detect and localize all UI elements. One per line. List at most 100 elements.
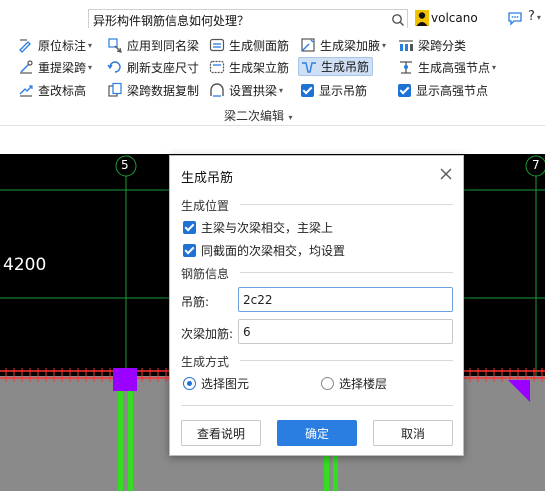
ribbon-group-label[interactable]: 梁二次编辑 ▾ — [224, 107, 293, 124]
chevron-down-icon: ▾ — [382, 40, 387, 50]
apply-same-name-label: 应用到同名梁 — [127, 38, 200, 53]
arch-beam-icon — [210, 83, 224, 97]
rebar-bar — [128, 391, 133, 491]
apply-same-name-button[interactable]: 应用到同名梁 — [107, 36, 199, 54]
hanger-input[interactable]: 2c22 — [238, 287, 453, 312]
user-avatar-icon[interactable] — [415, 10, 429, 26]
rebar-bar — [118, 391, 123, 491]
option-main-secondary[interactable]: 主梁与次梁相交，主梁上 — [183, 219, 333, 236]
elevation-button[interactable]: 查改标高 — [18, 81, 86, 99]
erection-rebar-button[interactable]: 生成架立筋 — [209, 58, 289, 76]
ok-button[interactable]: 确定 — [277, 420, 357, 446]
high-strength-node-icon — [400, 61, 412, 74]
section-divider — [240, 204, 453, 205]
side-rebar-button[interactable]: 生成侧面筋 — [209, 36, 289, 54]
help-icon[interactable]: ? ▾ — [528, 9, 541, 24]
chevron-down-icon: ▾ — [286, 113, 293, 122]
high-strength-node-button[interactable]: 生成高强节点 ▾ — [398, 58, 496, 76]
extra-rebar-field-label: 次梁加筋: — [181, 327, 234, 341]
side-rebar-label: 生成侧面筋 — [229, 38, 290, 53]
radio-select-floor[interactable]: 选择楼层 — [321, 375, 387, 392]
arch-beam-label: 设置拱梁 — [229, 83, 278, 98]
option-same-section-label: 同截面的次梁相交，均设置 — [201, 244, 346, 258]
rebar-bar — [333, 454, 338, 491]
hanger-rebar-dialog: 生成吊筋 生成位置 主梁与次梁相交，主梁上 同截面的次梁相交，均设置 钢筋信息 … — [169, 155, 464, 456]
high-strength-node-label: 生成高强节点 — [418, 60, 491, 75]
section-position-label: 生成位置 — [181, 199, 230, 213]
checkbox-checked-icon[interactable] — [183, 221, 196, 234]
dialog-title: 生成吊筋 — [181, 171, 234, 186]
hanger-rebar-label: 生成吊筋 — [321, 60, 370, 74]
re-extract-span-label: 重提梁跨 — [38, 60, 87, 75]
elevation-icon — [19, 85, 33, 97]
ribbon-toolbar: 原位标注 ▾ 应用到同名梁 生成侧面筋 生成梁加腋 ▾ 梁跨分类 重提梁跨 ▾ 刷新支… — [0, 28, 545, 126]
chevron-down-icon: ▾ — [536, 13, 541, 22]
axis-label-5: 5 — [121, 158, 129, 172]
span-copy-button[interactable]: 梁跨数据复制 — [107, 81, 199, 99]
top-bar: 异形构件钢筋信息如何处理？ volcano ? ▾ — [0, 0, 545, 29]
chat-icon[interactable] — [507, 10, 523, 26]
checkbox-checked-icon[interactable] — [183, 244, 196, 257]
cancel-button[interactable]: 取消 — [373, 420, 453, 446]
chevron-down-icon: ▾ — [88, 62, 93, 72]
span-classify-icon — [399, 40, 413, 51]
beam-haunch-button[interactable]: 生成梁加腋 ▾ — [300, 36, 386, 54]
search-box[interactable]: 异形构件钢筋信息如何处理？ — [88, 9, 408, 29]
span-copy-icon — [108, 82, 122, 97]
beam-haunch-icon — [301, 38, 315, 52]
beam-annotate-button[interactable]: 原位标注 ▾ — [18, 36, 92, 54]
search-input[interactable]: 异形构件钢筋信息如何处理？ — [93, 12, 249, 29]
elevation-label: 查改标高 — [38, 83, 87, 98]
refresh-support-button[interactable]: 刷新支座尺寸 — [107, 58, 199, 76]
beam-haunch-label: 生成梁加腋 — [320, 38, 381, 53]
radio-select-floor-label: 选择楼层 — [339, 377, 388, 391]
refresh-support-icon — [107, 61, 121, 73]
checkbox-checked-icon[interactable] — [398, 83, 411, 97]
group-name: 梁二次编辑 — [224, 109, 285, 123]
axis-label-7: 7 — [532, 158, 540, 172]
hanger-rebar-icon — [302, 61, 316, 73]
show-high-strength-label: 显示高强节点 — [416, 83, 489, 98]
refresh-support-label: 刷新支座尺寸 — [127, 60, 200, 75]
option-main-secondary-label: 主梁与次梁相交，主梁上 — [201, 221, 334, 235]
radio-selected-icon[interactable] — [183, 377, 196, 390]
radio-select-element-label: 选择图元 — [201, 377, 250, 391]
erection-rebar-icon — [209, 60, 225, 74]
checkbox-checked-icon[interactable] — [301, 83, 314, 97]
toolbar-spacer — [0, 126, 545, 154]
beam-annotate-label: 原位标注 — [38, 38, 87, 53]
span-classify-label: 梁跨分类 — [418, 38, 467, 53]
side-rebar-icon — [209, 38, 225, 52]
rebar-bar — [324, 454, 329, 491]
re-extract-span-button[interactable]: 重提梁跨 ▾ — [18, 58, 92, 76]
footer-divider — [181, 405, 453, 406]
chevron-down-icon: ▾ — [88, 40, 93, 50]
erection-rebar-label: 生成架立筋 — [229, 60, 290, 75]
chevron-down-icon: ▾ — [492, 62, 497, 72]
help-label: ? — [528, 9, 535, 24]
span-classify-button[interactable]: 梁跨分类 — [398, 36, 466, 54]
extra-rebar-input[interactable]: 6 — [238, 319, 453, 344]
hanger-field-label: 吊筋: — [181, 295, 210, 309]
apply-same-name-icon — [108, 38, 122, 53]
help-button[interactable]: 查看说明 — [181, 420, 261, 446]
username[interactable]: volcano — [431, 11, 478, 25]
arch-beam-button[interactable]: 设置拱梁 ▾ — [209, 81, 283, 99]
close-icon[interactable] — [440, 168, 452, 180]
section-method-label: 生成方式 — [181, 355, 230, 369]
section-divider — [240, 360, 453, 361]
chevron-down-icon: ▾ — [279, 85, 284, 95]
radio-unselected-icon[interactable] — [321, 377, 334, 390]
beam-annotate-icon — [19, 39, 31, 53]
span-copy-label: 梁跨数据复制 — [127, 83, 200, 98]
radio-select-element[interactable]: 选择图元 — [183, 375, 249, 392]
option-same-section[interactable]: 同截面的次梁相交，均设置 — [183, 242, 345, 259]
show-hanger-checkbox[interactable]: 显示吊筋 — [301, 81, 367, 99]
hanger-rebar-button[interactable]: 生成吊筋 — [298, 57, 374, 76]
re-extract-span-icon — [20, 60, 33, 74]
section-rebar-label: 钢筋信息 — [181, 267, 230, 281]
section-divider — [240, 272, 453, 273]
column-marker — [113, 368, 137, 391]
search-icon[interactable] — [391, 13, 405, 27]
show-high-strength-checkbox[interactable]: 显示高强节点 — [398, 81, 488, 99]
